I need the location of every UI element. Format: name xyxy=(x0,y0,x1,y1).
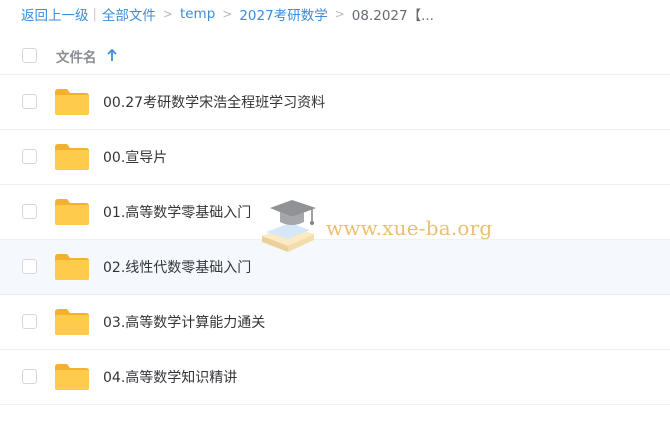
file-name[interactable]: 02.线性代数零基础入门 xyxy=(103,257,251,277)
sort-ascending-icon[interactable] xyxy=(106,47,118,63)
list-item[interactable]: 00.宣导片 xyxy=(0,130,670,185)
name-column-header[interactable]: 文件名 xyxy=(56,46,97,66)
select-all-checkbox[interactable] xyxy=(22,48,37,63)
list-item[interactable]: 03.高等数学计算能力通关 xyxy=(0,295,670,350)
file-name[interactable]: 00.宣导片 xyxy=(103,147,167,167)
all-files-link[interactable]: 全部文件 xyxy=(102,4,156,24)
row-checkbox[interactable] xyxy=(22,259,37,274)
folder-icon xyxy=(55,364,89,390)
chevron-right-icon: > xyxy=(334,7,345,21)
chevron-right-icon: > xyxy=(162,7,173,21)
list-item[interactable]: 01.高等数学零基础入门 xyxy=(0,185,670,240)
row-checkbox[interactable] xyxy=(22,369,37,384)
file-name[interactable]: 00.27考研数学宋浩全程班学习资料 xyxy=(103,92,325,112)
file-name[interactable]: 04.高等数学知识精讲 xyxy=(103,367,237,387)
breadcrumb: 返回上一级 | 全部文件 > temp > 2027考研数学 > 08.2027… xyxy=(21,4,434,24)
breadcrumb-current: 08.2027【... xyxy=(351,8,434,24)
folder-icon xyxy=(55,89,89,115)
row-checkbox[interactable] xyxy=(22,94,37,109)
file-list: 00.27考研数学宋浩全程班学习资料 00.宣导片 01.高等数学零基础入门 0… xyxy=(0,75,670,405)
row-checkbox[interactable] xyxy=(22,149,37,164)
list-header: 文件名 xyxy=(0,38,670,75)
file-name[interactable]: 03.高等数学计算能力通关 xyxy=(103,312,265,332)
breadcrumb-item-math[interactable]: 2027考研数学 xyxy=(239,4,327,24)
file-name[interactable]: 01.高等数学零基础入门 xyxy=(103,202,251,222)
folder-icon xyxy=(55,254,89,280)
breadcrumb-divider: | xyxy=(92,6,97,22)
chevron-right-icon: > xyxy=(222,7,233,21)
row-checkbox[interactable] xyxy=(22,204,37,219)
folder-icon xyxy=(55,144,89,170)
list-item[interactable]: 04.高等数学知识精讲 xyxy=(0,350,670,405)
folder-icon xyxy=(55,199,89,225)
back-link[interactable]: 返回上一级 xyxy=(21,4,89,24)
breadcrumb-item-temp[interactable]: temp xyxy=(180,6,215,22)
list-item[interactable]: 02.线性代数零基础入门 xyxy=(0,240,670,295)
file-manager-window: 返回上一级 | 全部文件 > temp > 2027考研数学 > 08.2027… xyxy=(0,0,670,427)
list-item[interactable]: 00.27考研数学宋浩全程班学习资料 xyxy=(0,75,670,130)
row-checkbox[interactable] xyxy=(22,314,37,329)
folder-icon xyxy=(55,309,89,335)
